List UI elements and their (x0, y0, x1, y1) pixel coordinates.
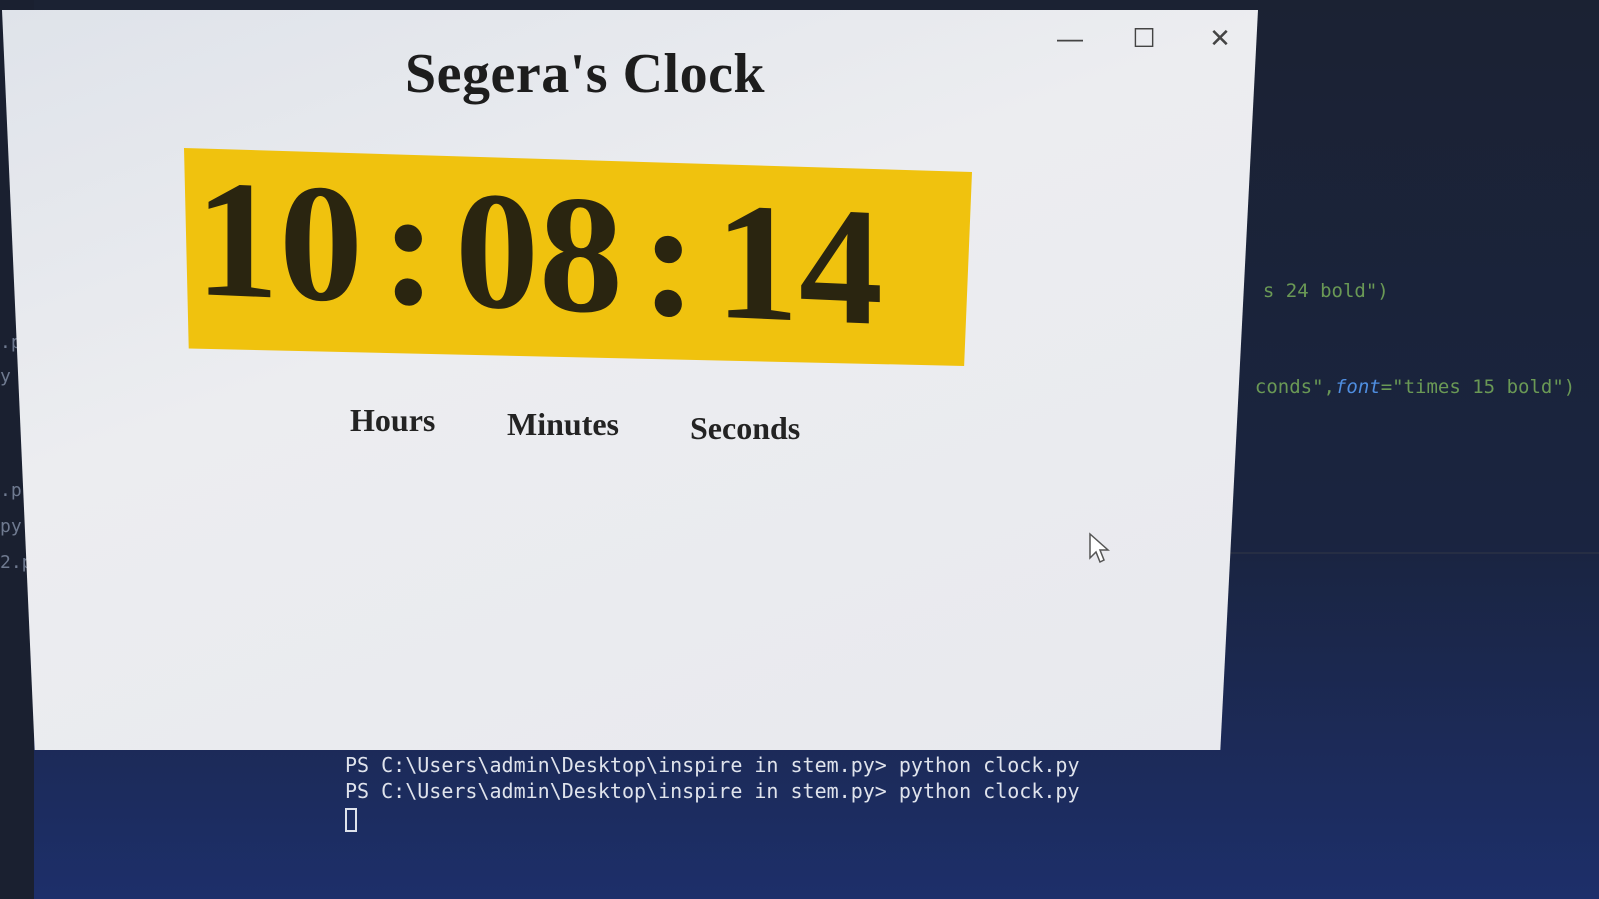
code-string: conds", (1254, 376, 1335, 398)
maximize-button[interactable]: ☐ (1124, 20, 1164, 56)
minimize-button[interactable]: — (1050, 20, 1090, 56)
code-line: s 24 bold") (1240, 258, 1389, 302)
clock-minutes: 08 (454, 156, 623, 350)
hours-label: Hours (350, 402, 436, 438)
seconds-label: Seconds (690, 410, 801, 446)
gutter-fragment: .p (0, 480, 22, 501)
terminal-cursor (345, 808, 357, 832)
editor-panel-divider (1230, 552, 1599, 554)
code-line: conds",font="times 15 bold") (1232, 354, 1575, 398)
terminal-line: PS C:\Users\admin\Desktop\inspire in ste… (345, 753, 1080, 777)
app-title: Segera's Clock (405, 43, 766, 105)
code-keyword: font (1334, 376, 1381, 398)
clock-hours: 10 (195, 144, 363, 339)
terminal-panel[interactable]: PS C:\Users\admin\Desktop\inspire in ste… (345, 752, 1080, 838)
close-icon: ✕ (1209, 23, 1231, 53)
maximize-icon: ☐ (1132, 23, 1156, 53)
clock-window: — ☐ ✕ (2, 10, 1258, 750)
close-button[interactable]: ✕ (1200, 20, 1240, 56)
clock-separator: : (381, 153, 437, 342)
clock-separator: : (640, 164, 697, 353)
terminal-line: PS C:\Users\admin\Desktop\inspire in ste… (345, 779, 1080, 803)
gutter-fragment: y (0, 366, 11, 387)
clock-display: 10:08:14 (195, 145, 883, 361)
minutes-label: Minutes (507, 406, 619, 442)
minimize-icon: — (1057, 23, 1083, 53)
gutter-fragment: py (0, 516, 22, 537)
code-string: s 24 bold") (1262, 280, 1389, 302)
mouse-pointer-icon (1089, 532, 1110, 564)
clock-seconds: 14 (714, 167, 883, 362)
code-string: ="times 15 bold") (1380, 376, 1576, 398)
